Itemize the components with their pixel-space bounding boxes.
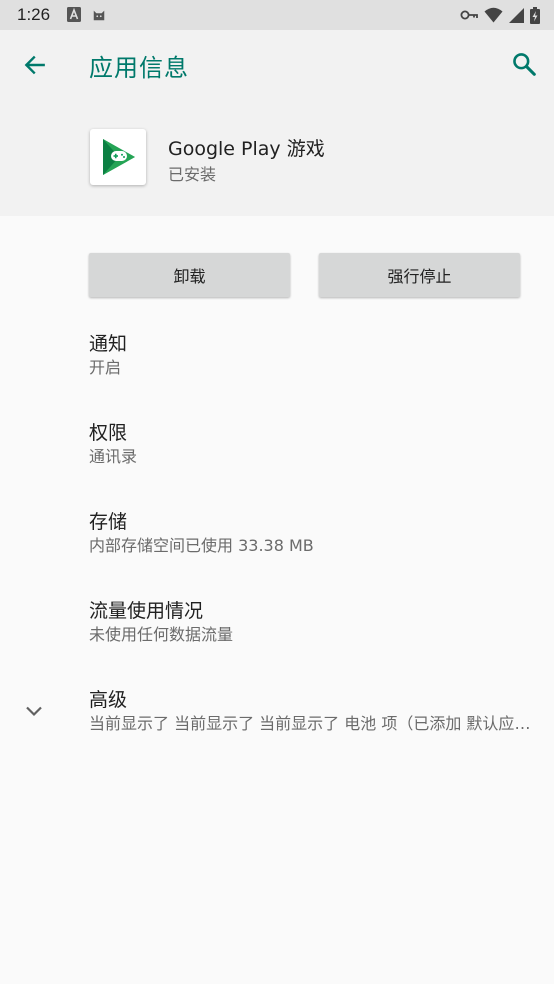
chevron-down-icon[interactable] [22,699,46,723]
status-icons [460,6,540,24]
status-bar: 1:26 [0,0,554,30]
item-title: 通知 [89,333,128,355]
item-summary: 未使用任何数据流量 [89,625,234,644]
arrow-back-icon[interactable] [22,52,48,78]
item-title: 权限 [89,422,128,444]
list-item-permissions[interactable]: 权限 通讯录 [89,421,539,468]
app-info-screen: 1:26 应用信息 Google Play 游戏 已安装 卸载 强行停止 通知 … [0,0,554,984]
vpn-key-icon [460,10,478,20]
list-item-notifications[interactable]: 通知 开启 [89,332,539,379]
item-summary: 内部存储空间已使用 33.38 MB [89,536,314,555]
app-header: 应用信息 Google Play 游戏 已安装 [0,30,554,216]
play-games-icon [103,139,135,175]
status-time: 1:26 [17,5,51,24]
app-name: Google Play 游戏 [168,138,325,160]
cat-notification-icon [93,10,105,21]
item-summary: 通讯录 [89,447,138,466]
a-notification-icon [67,7,81,22]
item-summary: 当前显示了 当前显示了 当前显示了 电池 项（已添加 默认应用） [89,714,537,733]
list-item-data-usage[interactable]: 流量使用情况 未使用任何数据流量 [89,599,539,646]
item-title: 流量使用情况 [89,600,204,622]
force-stop-button[interactable]: 强行停止 [319,253,520,297]
wifi-icon [484,7,503,23]
cell-signal-icon [509,7,524,23]
app-install-status: 已安装 [168,165,217,184]
list-item-storage[interactable]: 存储 内部存储空间已使用 33.38 MB [89,510,539,557]
search-icon[interactable] [511,51,537,77]
page-title: 应用信息 [89,54,189,82]
uninstall-button[interactable]: 卸载 [89,253,290,297]
item-title: 存储 [89,511,128,533]
list-item-advanced[interactable]: 高级 当前显示了 当前显示了 当前显示了 电池 项（已添加 默认应用） [89,688,539,735]
item-summary: 开启 [89,358,122,377]
battery-charging-icon [530,6,540,24]
item-title: 高级 [89,689,128,711]
app-icon [90,129,146,185]
